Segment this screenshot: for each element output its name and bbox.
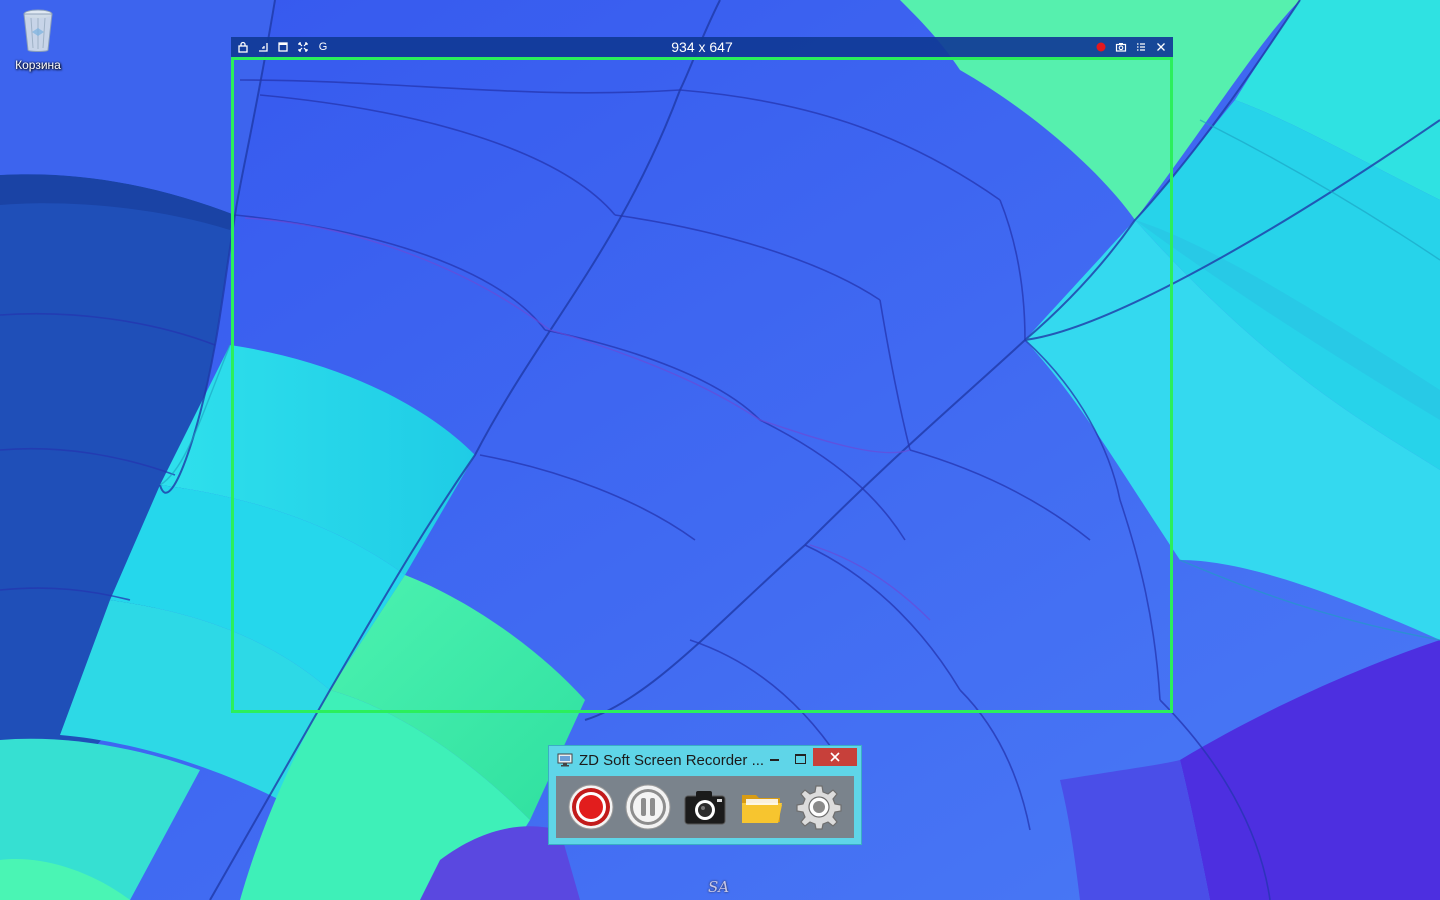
maximize-button[interactable] (789, 750, 811, 768)
camera-icon (684, 791, 726, 825)
recycle-bin-icon (23, 9, 53, 52)
open-folder-button[interactable] (738, 783, 786, 831)
close-button[interactable] (813, 748, 857, 766)
settings-gear-icon (796, 785, 842, 830)
capture-toolbar-left: G (231, 39, 331, 55)
g-letter-icon[interactable]: G (315, 39, 331, 55)
record-dot-icon[interactable] (1093, 39, 1109, 55)
recorder-title: ZD Soft Screen Recorder ... (579, 751, 765, 769)
window-icon[interactable] (275, 39, 291, 55)
record-button[interactable] (567, 783, 615, 831)
settings-button[interactable] (795, 783, 843, 831)
minimize-button[interactable] (763, 750, 785, 768)
capture-size-readout: 934 x 647 (671, 39, 733, 55)
capture-toolbar-right (1093, 39, 1173, 55)
list-icon[interactable] (1133, 39, 1149, 55)
recorder-window: ZD Soft Screen Recorder ... (548, 745, 862, 845)
capture-region-frame[interactable] (231, 57, 1173, 713)
recorder-toolbar (556, 776, 854, 838)
close-icon[interactable] (1153, 39, 1169, 55)
resize-corner-icon[interactable] (255, 39, 271, 55)
recycle-bin-label: Корзина (15, 58, 61, 72)
pause-icon (625, 784, 671, 830)
fullscreen-icon[interactable] (295, 39, 311, 55)
record-icon (568, 784, 614, 830)
folder-icon (742, 795, 783, 823)
camera-icon[interactable] (1113, 39, 1129, 55)
recycle-bin-shortcut[interactable]: Корзина (8, 6, 68, 72)
pause-button[interactable] (624, 783, 672, 831)
app-icon (557, 753, 573, 767)
lock-icon[interactable] (235, 39, 251, 55)
screenshot-button[interactable] (681, 783, 729, 831)
watermark-text: SA (708, 878, 730, 896)
minimize-icon (769, 759, 779, 761)
close-icon (830, 752, 840, 762)
capture-toolbar[interactable]: G 934 x 647 (231, 37, 1173, 57)
maximize-icon (794, 754, 806, 764)
